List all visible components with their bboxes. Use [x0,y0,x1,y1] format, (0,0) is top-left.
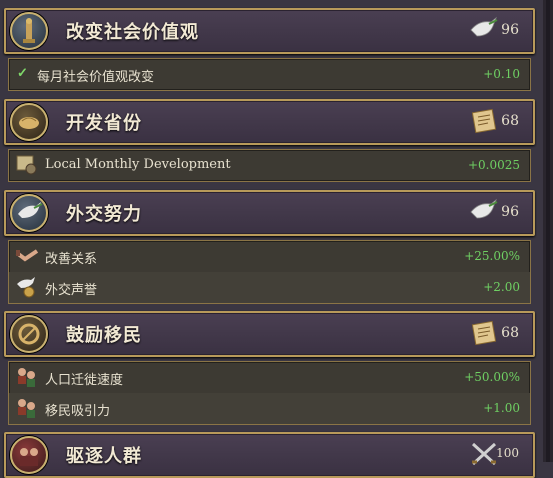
dove-icon [469,198,499,226]
policy-header[interactable]: 外交努力 96 [4,190,535,236]
policy-cost: 68 [501,113,519,129]
modifier-value: +0.0025 [467,158,520,172]
dove-icon [10,194,48,232]
modifier-label: Local Monthly Development [45,157,231,172]
modifier-value: +0.10 [483,67,520,81]
modifier-list: 人口迁徙速度 +50.00% 移民吸引力 +1.00 [8,361,531,425]
people-icon [15,397,39,419]
policy-cost: 68 [501,325,519,341]
ring-icon [10,315,48,353]
policy-cost: 100 [496,446,519,460]
dove-icon [469,16,499,44]
scroll-icon [469,319,499,347]
policy-cost: 96 [501,204,519,220]
modifier-row: 移民吸引力 +1.00 [9,393,530,424]
policy-title: 鼓励移民 [66,325,142,346]
policy-title: 驱逐人群 [66,446,142,467]
people-icon [15,366,39,388]
modifier-row: 外交声誉 +2.00 [9,272,530,303]
modifier-label: 外交声誉 [45,283,98,298]
modifier-value: +1.00 [483,401,520,415]
modifier-value: +25.00% [464,249,520,263]
policy-encourage-migration: 鼓励移民 68 人口迁徙速度 +50.00% 移民吸引力 +1.00 [4,311,535,425]
policy-change-societal-values: 改变社会价值观 96 ✓ 每月社会价值观改变 +0.10 [4,8,535,91]
modifier-value: +2.00 [483,280,520,294]
policy-title: 改变社会价值观 [66,22,199,43]
policy-header[interactable]: 驱逐人群 100 [4,432,535,478]
bread-icon [10,103,48,141]
policy-cost: 96 [501,22,519,38]
policy-expel-population: 驱逐人群 100 [4,432,535,478]
scroll-icon [469,107,499,135]
policy-header[interactable]: 鼓励移民 68 [4,311,535,357]
policy-title: 开发省份 [66,113,142,134]
modifier-row: 人口迁徙速度 +50.00% [9,362,530,393]
policy-header[interactable]: 改变社会价值观 96 [4,8,535,54]
checkmark-icon: ✓ [17,66,28,81]
modifier-row: 改善关系 +25.00% [9,241,530,272]
dove-coin-icon [15,276,39,298]
scroll-track[interactable] [546,0,550,462]
modifier-label: 每月社会价值观改变 [37,70,155,85]
statue-icon [10,12,48,50]
policy-header[interactable]: 开发省份 68 [4,99,535,145]
development-icon [15,154,39,176]
policy-diplomatic-effort: 外交努力 96 改善关系 +25.00% 外交声誉 +2.00 [4,190,535,304]
policy-title: 外交努力 [66,204,142,225]
modifier-value: +50.00% [464,370,520,384]
crowd-icon [10,436,48,474]
handshake-icon [15,245,39,267]
modifier-row: ✓ 每月社会价值观改变 +0.10 [9,59,530,90]
scrollbar[interactable] [543,0,553,462]
modifier-list: ✓ 每月社会价值观改变 +0.10 [8,58,531,91]
modifier-row: Local Monthly Development +0.0025 [9,150,530,181]
modifier-label: 移民吸引力 [45,404,111,419]
policy-develop-provinces: 开发省份 68 Local Monthly Development +0.002… [4,99,535,182]
modifier-list: Local Monthly Development +0.0025 [8,149,531,182]
modifier-label: 改善关系 [45,252,98,267]
crossed-swords-icon [469,440,499,468]
modifier-label: 人口迁徙速度 [45,373,124,388]
modifier-list: 改善关系 +25.00% 外交声誉 +2.00 [8,240,531,304]
